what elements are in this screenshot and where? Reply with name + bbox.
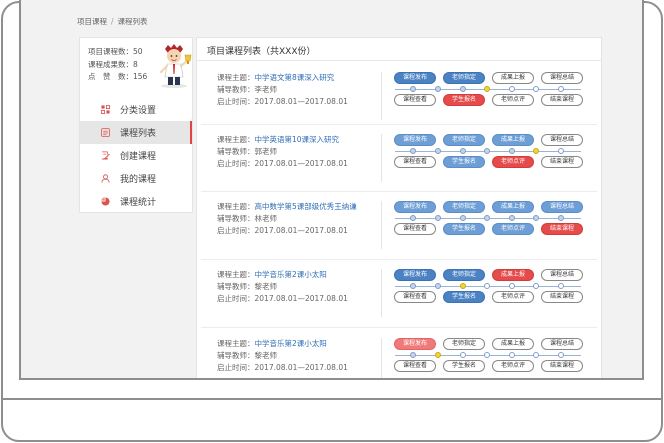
device-divider (1, 398, 663, 400)
device-frame: 项目课程 / 课程列表 项目课程数：50 课程成果数：8 点 赞 数：156 分… (0, 0, 664, 443)
screen-bezel (19, 0, 644, 380)
